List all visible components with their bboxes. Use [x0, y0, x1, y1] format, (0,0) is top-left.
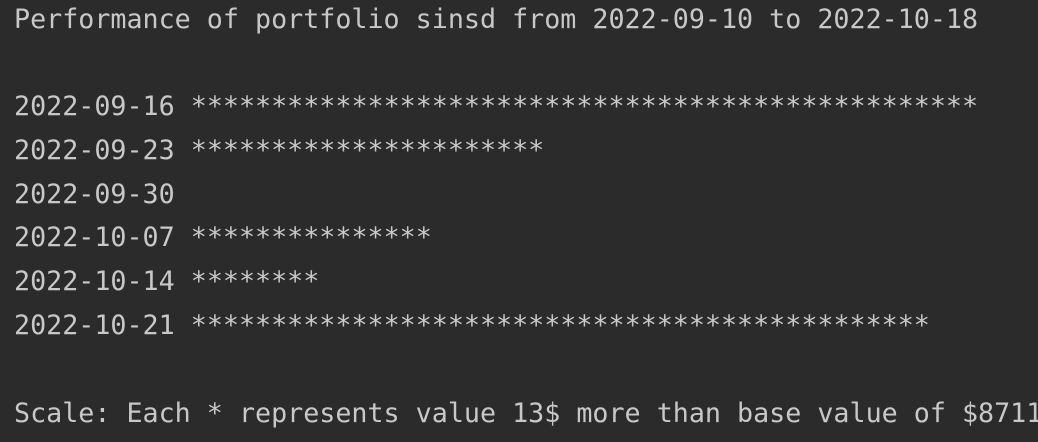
row-stars: **********************: [190, 135, 545, 166]
chart-row: 2022-09-16 *****************************…: [14, 91, 978, 123]
row-stars: ****************************************…: [190, 91, 979, 122]
chart-row: 2022-10-14 ********: [14, 266, 319, 298]
row-stars: ********: [190, 266, 320, 297]
row-date: 2022-09-16: [14, 91, 175, 122]
row-date: 2022-10-14: [14, 266, 175, 297]
chart-row: 2022-09-30: [14, 179, 191, 211]
row-date: 2022-09-30: [14, 179, 175, 210]
row-date: 2022-09-23: [14, 135, 175, 166]
row-date: 2022-10-07: [14, 222, 175, 253]
chart-title: Performance of portfolio sinsd from 2022…: [14, 4, 979, 35]
console-output: Performance of portfolio sinsd from 2022…: [0, 0, 1038, 442]
scale-note: Scale: Each * represents value 13$ more …: [14, 398, 1038, 429]
chart-row: 2022-10-21 *****************************…: [14, 310, 930, 342]
row-stars: ***************: [190, 222, 432, 253]
chart-row: 2022-09-23 **********************: [14, 135, 544, 167]
chart-row: 2022-10-07 ***************: [14, 222, 432, 254]
row-date: 2022-10-21: [14, 310, 175, 341]
row-stars: ****************************************…: [190, 310, 930, 341]
